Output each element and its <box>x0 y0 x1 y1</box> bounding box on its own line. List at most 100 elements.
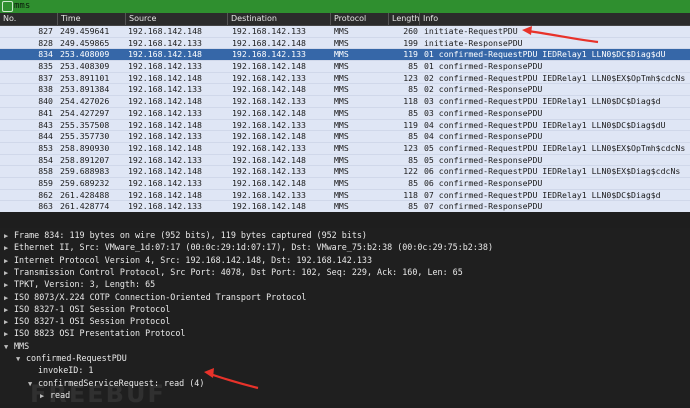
collapse-triangle-icon[interactable]: ▼ <box>4 342 14 353</box>
detail-tree-item[interactable]: ▶ ISO 8327-1 OSI Session Protocol <box>4 304 170 316</box>
packet-len-cell: 118 <box>403 96 418 107</box>
detail-tree-item[interactable]: ▼ confirmed-RequestPDU <box>16 353 127 365</box>
pane-divider[interactable] <box>0 212 690 228</box>
expand-triangle-icon[interactable]: ▶ <box>4 268 14 279</box>
column-header-no[interactable]: No. <box>0 13 58 25</box>
column-header-time[interactable]: Time <box>58 13 126 25</box>
packet-time-cell: 254.427026 <box>60 96 110 107</box>
packet-proto-cell: MMS <box>334 119 349 130</box>
expand-triangle-icon[interactable]: ▶ <box>4 280 14 291</box>
detail-tree-item[interactable]: ▶ Frame 834: 119 bytes on wire (952 bits)… <box>4 230 367 242</box>
column-header-length[interactable]: Length <box>389 13 420 25</box>
packet-no-cell: 853 <box>38 142 53 153</box>
expand-triangle-icon[interactable]: ▶ <box>4 329 14 340</box>
packet-dst-cell: 192.168.142.148 <box>232 154 306 165</box>
detail-tree-item[interactable]: ▶ ISO 8327-1 OSI Session Protocol <box>4 316 170 328</box>
display-filter-bar[interactable]: mms <box>0 0 690 13</box>
detail-tree-label: ISO 8823 OSI Presentation Protocol <box>14 328 186 339</box>
detail-tree-item[interactable]: ▶ Transmission Control Protocol, Src Port… <box>4 267 463 279</box>
packet-proto-cell: MMS <box>334 61 349 72</box>
detail-tree-label: invokeID: 1 <box>38 365 94 376</box>
packet-row[interactable]: 854 258.891207 192.168.142.133 192.168.142.… <box>0 154 690 167</box>
packet-len-cell: 123 <box>403 72 418 83</box>
detail-tree-item[interactable]: ▼ MMS <box>4 341 29 353</box>
expand-triangle-icon[interactable]: ▶ <box>4 305 14 316</box>
packet-dst-cell: 192.168.142.133 <box>232 96 306 107</box>
packet-info-cell: 04 confirmed-ResponsePDU <box>424 131 543 142</box>
packet-time-cell: 254.427297 <box>60 107 110 118</box>
column-header-destination[interactable]: Destination <box>228 13 331 25</box>
packet-no-cell: 859 <box>38 177 53 188</box>
packet-src-cell: 192.168.142.148 <box>128 142 202 153</box>
packet-row[interactable]: 843 255.357508 192.168.142.148 192.168.142.… <box>0 119 690 132</box>
packet-no-cell: 863 <box>38 201 53 212</box>
packet-row[interactable]: 862 261.428488 192.168.142.148 192.168.142.… <box>0 189 690 202</box>
packet-row[interactable]: 835 253.408309 192.168.142.133 192.168.142.… <box>0 61 690 73</box>
detail-tree-item[interactable]: invokeID: 1 <box>28 365 93 376</box>
packet-row[interactable]: 841 254.427297 192.168.142.133 192.168.142.… <box>0 107 690 120</box>
bookmark-icon[interactable] <box>2 1 13 12</box>
expand-triangle-icon[interactable]: ▶ <box>4 256 14 267</box>
detail-tree-label: MMS <box>14 340 30 351</box>
detail-tree-item[interactable]: ▶ ISO 8823 OSI Presentation Protocol <box>4 328 185 340</box>
column-header-protocol[interactable]: Protocol <box>331 13 389 25</box>
packet-src-cell: 192.168.142.133 <box>128 37 202 48</box>
packet-time-cell: 259.689232 <box>60 177 110 188</box>
packet-row[interactable]: 853 258.890930 192.168.142.148 192.168.142.… <box>0 142 690 155</box>
annotation-arrow-icon <box>522 26 599 44</box>
packet-src-cell: 192.168.142.148 <box>128 26 202 36</box>
packet-row[interactable]: 858 259.688983 192.168.142.148 192.168.142.… <box>0 166 690 178</box>
packet-info-cell: 01 confirmed-RequestPDU IEDRelay1 LLN0$D… <box>424 49 666 60</box>
detail-tree-item[interactable]: ▶ Ethernet II, Src: VMware_1d:07:17 (00:0… <box>4 242 493 254</box>
packet-row[interactable]: 834 253.408009 192.168.142.148 192.168.142.… <box>0 49 690 62</box>
display-filter-input[interactable]: mms <box>14 0 30 13</box>
packet-dst-cell: 192.168.142.148 <box>232 201 306 212</box>
packet-len-cell: 85 <box>408 154 418 165</box>
packet-dst-cell: 192.168.142.133 <box>232 166 306 177</box>
packet-no-cell: 858 <box>38 166 53 177</box>
packet-no-cell: 843 <box>38 119 53 130</box>
expand-triangle-icon[interactable]: ▶ <box>4 231 14 242</box>
packet-dst-cell: 192.168.142.133 <box>232 26 306 36</box>
expand-triangle-icon[interactable]: ▶ <box>4 243 14 254</box>
packet-time-cell: 258.890930 <box>60 142 110 153</box>
collapse-triangle-icon[interactable]: ▼ <box>16 354 26 365</box>
packet-no-cell: 854 <box>38 154 53 165</box>
packet-time-cell: 255.357730 <box>60 131 110 142</box>
packet-row[interactable]: 844 255.357730 192.168.142.133 192.168.142.… <box>0 131 690 143</box>
packet-len-cell: 85 <box>408 201 418 212</box>
detail-tree-item[interactable]: ▶ TPKT, Version: 3, Length: 65 <box>4 279 155 291</box>
packet-len-cell: 85 <box>408 177 418 188</box>
packet-len-cell: 85 <box>408 61 418 72</box>
packet-row[interactable]: 838 253.891384 192.168.142.133 192.168.142.… <box>0 84 690 97</box>
detail-tree-label: TPKT, Version: 3, Length: 65 <box>14 279 156 290</box>
detail-tree-label: ISO 8327-1 OSI Session Protocol <box>14 303 171 314</box>
packet-proto-cell: MMS <box>334 177 349 188</box>
packet-row[interactable]: 859 259.689232 192.168.142.133 192.168.142.… <box>0 177 690 190</box>
packet-len-cell: 122 <box>403 166 418 177</box>
packet-len-cell: 85 <box>408 107 418 118</box>
packet-no-cell: 837 <box>38 72 53 83</box>
packet-src-cell: 192.168.142.133 <box>128 107 202 118</box>
packet-no-cell: 841 <box>38 107 53 118</box>
packet-info-cell: 03 confirmed-ResponsePDU <box>424 107 543 118</box>
packet-src-cell: 192.168.142.133 <box>128 131 202 142</box>
packet-time-cell: 258.891207 <box>60 154 110 165</box>
packet-dst-cell: 192.168.142.148 <box>232 84 306 95</box>
packet-dst-cell: 192.168.142.133 <box>232 119 306 130</box>
packet-info-cell: 02 confirmed-ResponsePDU <box>424 84 543 95</box>
packet-info-cell: 04 confirmed-RequestPDU IEDRelay1 LLN0$D… <box>424 119 666 130</box>
expand-triangle-icon[interactable]: ▶ <box>4 317 14 328</box>
packet-len-cell: 123 <box>403 142 418 153</box>
packet-row[interactable]: 837 253.891101 192.168.142.148 192.168.142.… <box>0 72 690 85</box>
detail-tree-item[interactable]: ▶ ISO 8073/X.224 COTP Connection-Oriented… <box>4 292 306 304</box>
detail-tree-item[interactable]: ▶ Internet Protocol Version 4, Src: 192.1… <box>4 255 372 267</box>
detail-tree-label: Transmission Control Protocol, Src Port:… <box>14 266 463 277</box>
packet-proto-cell: MMS <box>334 26 349 36</box>
packet-no-cell: 840 <box>38 96 53 107</box>
packet-info-cell: 01 confirmed-ResponsePDU <box>424 61 543 72</box>
expand-triangle-icon[interactable]: ▶ <box>4 293 14 304</box>
column-header-source[interactable]: Source <box>126 13 228 25</box>
packet-row[interactable]: 840 254.427026 192.168.142.148 192.168.142.… <box>0 96 690 108</box>
packet-dst-cell: 192.168.142.133 <box>232 49 306 60</box>
